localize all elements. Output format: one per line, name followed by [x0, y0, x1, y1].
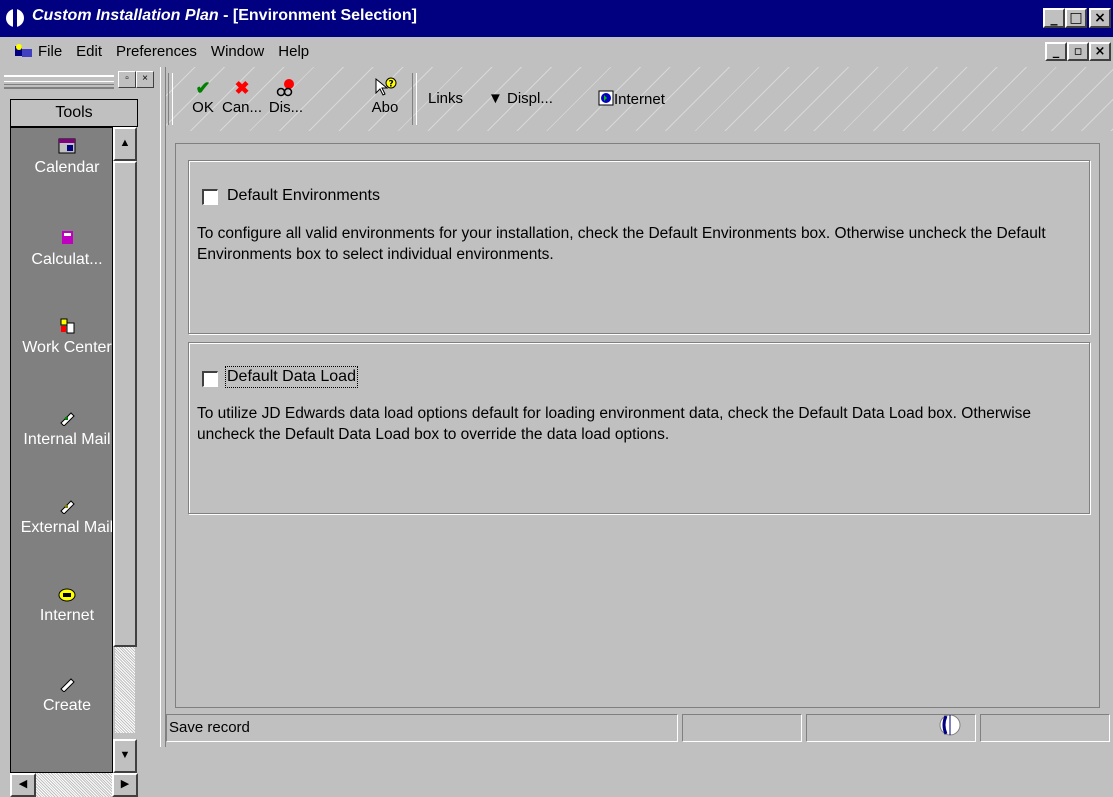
about-label: Abo	[371, 99, 399, 116]
menu-bar: File Edit Preferences Window Help _ ▫ ×	[0, 37, 1113, 67]
tool-create[interactable]: Create	[11, 676, 123, 716]
status-globe-icon	[939, 714, 961, 736]
calculator-icon	[62, 231, 73, 244]
status-pane-2	[682, 714, 802, 742]
tool-create-label: Create	[42, 697, 92, 714]
hscroll-track[interactable]	[36, 773, 112, 797]
default-environments-group: Default Environments To configure all va…	[188, 160, 1090, 334]
tool-work-center-label: Work Center	[22, 339, 112, 356]
tool-internal-mail-label: Internal Mail	[23, 431, 111, 448]
tool-internet[interactable]: Internet	[11, 586, 123, 626]
tool-external-mail-label: External Mail	[20, 519, 114, 536]
tool-internal-mail[interactable]: Internal Mail	[11, 410, 123, 450]
internal-mail-icon	[60, 412, 75, 426]
panel-close-button[interactable]: ×	[136, 71, 154, 88]
help-pointer-icon: ?	[375, 77, 397, 96]
checkmark-icon: ✔	[195, 78, 211, 98]
tool-work-center[interactable]: Work Center	[11, 318, 123, 358]
tool-calendar[interactable]: Calendar	[11, 138, 123, 178]
cancel-x-icon: ✖	[234, 78, 250, 98]
form-toolbar: ✔ OK ✖ Can... Dis... ? Abo Links ▼ Displ…	[166, 67, 1113, 131]
about-button[interactable]: ? Abo	[368, 77, 402, 117]
menu-help[interactable]: Help	[278, 43, 309, 60]
scroll-up-arrow[interactable]: ▲	[113, 127, 137, 161]
internet-globe-icon	[598, 90, 614, 106]
child-minimize-button[interactable]: _	[1045, 42, 1067, 61]
glasses-icon	[276, 79, 294, 97]
document-menu-icon[interactable]	[14, 43, 34, 59]
menu-file[interactable]: File	[38, 43, 62, 60]
menu-window[interactable]: Window	[211, 43, 264, 60]
default-data-load-group: Default Data Load To utilize JD Edwards …	[188, 342, 1090, 514]
app-globe-icon[interactable]	[6, 9, 24, 27]
display-dropdown-label: Displ...	[507, 90, 553, 107]
create-icon	[60, 678, 75, 692]
window-title-app: Custom Installation Plan	[32, 7, 219, 24]
dropdown-arrow-icon: ▼	[488, 90, 508, 107]
tool-calendar-label: Calendar	[34, 159, 100, 176]
menu-preferences[interactable]: Preferences	[116, 43, 197, 60]
tools-panel: ▫ × Tools Calendar Calculat... Work Cent…	[0, 67, 160, 797]
ok-label: OK	[192, 99, 214, 116]
tool-external-mail[interactable]: External Mail	[11, 498, 123, 538]
panel-restore-button[interactable]: ▫	[118, 71, 136, 88]
cancel-button[interactable]: ✖ Can...	[222, 77, 262, 117]
calendar-icon	[58, 138, 76, 154]
default-environments-label[interactable]: Default Environments	[227, 187, 380, 205]
default-environments-checkbox[interactable]	[202, 189, 218, 205]
work-center-icon	[60, 318, 75, 334]
close-button[interactable]: ×	[1089, 8, 1111, 28]
panel-splitter[interactable]	[160, 67, 166, 747]
tool-calculator-label: Calculat...	[31, 251, 103, 268]
tools-horizontal-scrollbar[interactable]: ◀ ▶	[10, 773, 138, 797]
toolbar-separator	[168, 73, 173, 125]
tool-calculator[interactable]: Calculat...	[11, 230, 123, 270]
tool-internet-label: Internet	[39, 607, 95, 624]
status-bar: Save record	[166, 712, 1113, 747]
external-mail-icon	[60, 500, 75, 514]
child-restore-button[interactable]: ▫	[1067, 42, 1089, 61]
status-pane-4	[980, 714, 1110, 742]
links-menu[interactable]: Links	[428, 90, 463, 107]
status-message: Save record	[166, 714, 678, 742]
display-button[interactable]: Dis...	[266, 77, 306, 117]
scroll-thumb[interactable]	[113, 161, 137, 647]
internet-label: Internet	[614, 91, 665, 108]
scroll-left-arrow[interactable]: ◀	[10, 773, 36, 797]
toolbar-separator	[412, 73, 417, 125]
menu-edit[interactable]: Edit	[76, 43, 102, 60]
default-data-load-label[interactable]: Default Data Load	[225, 366, 358, 388]
telephone-icon	[58, 588, 76, 602]
ok-button[interactable]: ✔ OK	[186, 77, 220, 117]
tools-vertical-scrollbar[interactable]: ▲ ▼	[112, 127, 138, 773]
svg-text:?: ?	[389, 80, 394, 90]
default-data-load-checkbox[interactable]	[202, 371, 218, 387]
cancel-label: Can...	[222, 99, 263, 116]
internet-link[interactable]: Internet	[598, 90, 665, 108]
default-environments-description: To configure all valid environments for …	[197, 225, 1046, 263]
title-bar[interactable]: Custom Installation Plan - [Environment …	[0, 0, 1113, 37]
maximize-button[interactable]: □	[1065, 8, 1087, 28]
display-dropdown[interactable]: ▼ Displ...	[488, 90, 553, 107]
window-title-form: - [Environment Selection]	[218, 7, 417, 24]
form-content: Default Environments To configure all va…	[175, 143, 1100, 708]
mdi-buttons: _ ▫ ×	[1045, 42, 1111, 61]
tools-header[interactable]: Tools	[10, 99, 138, 127]
minimize-button[interactable]: _	[1043, 8, 1065, 28]
display-label: Dis...	[268, 99, 304, 116]
caption-buttons: _ □ ×	[1043, 8, 1111, 28]
window-title: Custom Installation Plan - [Environment …	[32, 7, 417, 25]
application-window: Custom Installation Plan - [Environment …	[0, 0, 1113, 797]
scroll-right-arrow[interactable]: ▶	[112, 773, 138, 797]
child-close-button[interactable]: ×	[1089, 42, 1111, 61]
panel-grip[interactable]	[4, 75, 114, 89]
scroll-down-arrow[interactable]: ▼	[113, 739, 137, 773]
default-data-load-description: To utilize JD Edwards data load options …	[197, 405, 1032, 443]
